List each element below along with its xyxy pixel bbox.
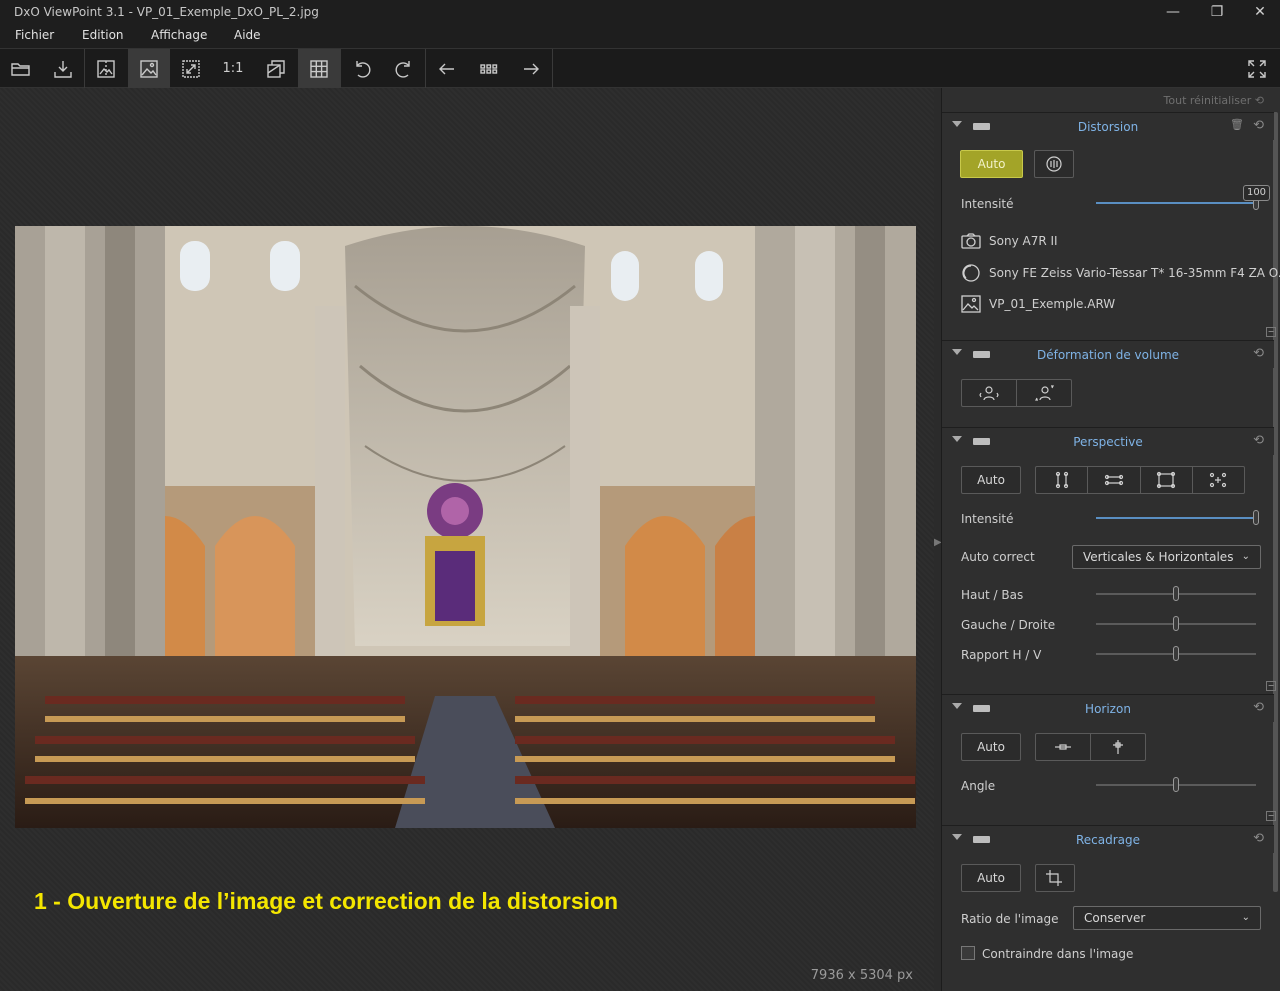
- menu-fichier[interactable]: Fichier: [15, 28, 54, 42]
- tutorial-caption: 1 - Ouverture de l’image et correction d…: [34, 888, 619, 914]
- corrections-panel: Tout réinitialiser ⟲ Distorsion 🗑 ⟲ Auto…: [941, 88, 1280, 991]
- perspective-mode-group: [1035, 466, 1245, 494]
- fullscreen-icon[interactable]: [1236, 49, 1278, 88]
- perspective-eight-points-icon[interactable]: [1193, 467, 1244, 493]
- undo-icon[interactable]: ⟲: [1253, 118, 1264, 133]
- volume-mode-group: [961, 379, 1072, 407]
- perspective-intensity-label: Intensité: [961, 512, 1014, 526]
- distorsion-manual-button[interactable]: [1034, 150, 1074, 178]
- export-icon[interactable]: [42, 49, 84, 88]
- angle-thumb[interactable]: [1173, 777, 1179, 792]
- haut-bas-label: Haut / Bas: [961, 588, 1024, 602]
- undo-icon[interactable]: ⟲: [1253, 346, 1264, 361]
- trash-icon[interactable]: 🗑: [1230, 118, 1244, 131]
- distorsion-intensity-slider[interactable]: [1096, 202, 1258, 204]
- undo-icon[interactable]: ⟲: [1253, 433, 1264, 448]
- image-view-icon[interactable]: [128, 49, 170, 88]
- next-icon[interactable]: [510, 49, 552, 88]
- recadrage-auto-button[interactable]: Auto: [961, 864, 1021, 892]
- camera-info: Sony A7R II: [961, 232, 1058, 250]
- close-button[interactable]: ✕: [1240, 0, 1280, 24]
- image-file-icon: [961, 295, 981, 313]
- cathedral-photo-illustration: [15, 226, 916, 828]
- section-volume-header[interactable]: Déformation de volume ⟲: [942, 340, 1274, 368]
- open-folder-icon[interactable]: [0, 49, 42, 88]
- section-horizon-header[interactable]: Horizon ⟲: [942, 694, 1274, 722]
- image-canvas[interactable]: 1 - Ouverture de l’image et correction d…: [0, 88, 934, 991]
- section-title: Horizon: [1085, 702, 1131, 716]
- window-title: DxO ViewPoint 3.1 - VP_01_Exemple_DxO_PL…: [14, 5, 319, 19]
- chevron-down-icon: ⌄: [1241, 551, 1250, 562]
- constrain-label: Contraindre dans l'image: [982, 947, 1134, 961]
- perspective-intensity-slider[interactable]: [1096, 517, 1258, 519]
- one-to-one-icon[interactable]: 1:1: [212, 49, 254, 88]
- horizon-mode-group: [1035, 733, 1146, 761]
- chevron-down-icon: ⌄: [1241, 912, 1250, 923]
- section-title: Perspective: [1073, 435, 1143, 449]
- angle-label: Angle: [961, 779, 996, 793]
- rapport-label: Rapport H / V: [961, 648, 1042, 662]
- lens-info: Sony FE Zeiss Vario-Tessar T* 16-35mm F4…: [961, 264, 1280, 282]
- rotate-right-icon[interactable]: [383, 49, 425, 88]
- menu-edition[interactable]: Edition: [82, 28, 124, 42]
- gauche-droite-label: Gauche / Droite: [961, 618, 1056, 632]
- undo-icon[interactable]: ⟲: [1253, 700, 1264, 715]
- auto-correct-label: Auto correct: [961, 550, 1035, 564]
- rapport-thumb[interactable]: [1173, 646, 1179, 661]
- toolbar: 1:1: [0, 48, 1280, 88]
- section-title: Déformation de volume: [1036, 348, 1180, 362]
- section-minimize-icon[interactable]: −: [1266, 681, 1276, 691]
- menu-affichage[interactable]: Affichage: [151, 28, 207, 42]
- distorsion-intensity-value: 100: [1243, 185, 1270, 201]
- title-bar: DxO ViewPoint 3.1 - VP_01_Exemple_DxO_PL…: [0, 0, 1280, 24]
- perspective-horizontal-icon[interactable]: [1088, 467, 1141, 493]
- horizon-horizontal-icon[interactable]: [1036, 734, 1091, 760]
- filmstrip-icon[interactable]: [468, 49, 510, 88]
- menu-bar: Fichier Edition Affichage Aide: [0, 24, 1280, 48]
- perspective-auto-button[interactable]: Auto: [961, 466, 1021, 494]
- camera-icon: [961, 232, 981, 250]
- section-distorsion-header[interactable]: Distorsion 🗑 ⟲: [942, 112, 1274, 140]
- section-title: Distorsion: [1077, 120, 1139, 134]
- ratio-label: Ratio de l'image: [961, 912, 1059, 926]
- gauche-droite-thumb[interactable]: [1173, 616, 1179, 631]
- perspective-vertical-icon[interactable]: [1036, 467, 1089, 493]
- undo-icon[interactable]: ⟲: [1253, 831, 1264, 846]
- section-minimize-icon[interactable]: −: [1266, 811, 1276, 821]
- auto-correct-select[interactable]: Verticales & Horizontales ⌄: [1072, 545, 1261, 569]
- lens-icon: [961, 264, 981, 282]
- minimize-button[interactable]: —: [1153, 0, 1193, 24]
- volume-horizontal-person-icon[interactable]: [962, 380, 1017, 406]
- fit-screen-icon[interactable]: [170, 49, 212, 88]
- section-perspective-header[interactable]: Perspective ⟲: [942, 427, 1274, 455]
- cathedral-photo: [15, 226, 916, 828]
- horizon-auto-button[interactable]: Auto: [961, 733, 1021, 761]
- haut-bas-thumb[interactable]: [1173, 586, 1179, 601]
- previous-icon[interactable]: [426, 49, 468, 88]
- section-title: Recadrage: [1075, 833, 1141, 847]
- reset-all-button[interactable]: Tout réinitialiser ⟲: [1164, 94, 1264, 107]
- compare-icon[interactable]: [85, 49, 127, 88]
- perspective-rectangle-icon[interactable]: [1141, 467, 1193, 493]
- horizon-vertical-icon[interactable]: [1091, 734, 1145, 760]
- file-info: VP_01_Exemple.ARW: [961, 295, 1115, 313]
- grid-icon[interactable]: [298, 49, 340, 88]
- crop-icon[interactable]: [1035, 864, 1075, 892]
- restore-button[interactable]: ❐: [1197, 0, 1237, 24]
- volume-diagonal-person-icon[interactable]: [1017, 380, 1071, 406]
- panel-scrollbar[interactable]: [1273, 112, 1278, 892]
- distorsion-auto-button[interactable]: Auto: [960, 150, 1023, 178]
- perspective-intensity-thumb[interactable]: [1253, 510, 1259, 525]
- ratio-select[interactable]: Conserver ⌄: [1073, 906, 1261, 930]
- image-dimensions: 7936 x 5304 px: [810, 968, 913, 983]
- section-minimize-icon[interactable]: −: [1266, 327, 1276, 337]
- constrain-checkbox[interactable]: [961, 946, 975, 960]
- before-after-icon[interactable]: [255, 49, 297, 88]
- rotate-left-icon[interactable]: [341, 49, 383, 88]
- menu-aide[interactable]: Aide: [234, 28, 261, 42]
- distorsion-intensity-label: Intensité: [961, 197, 1014, 211]
- section-recadrage-header[interactable]: Recadrage ⟲: [942, 825, 1274, 853]
